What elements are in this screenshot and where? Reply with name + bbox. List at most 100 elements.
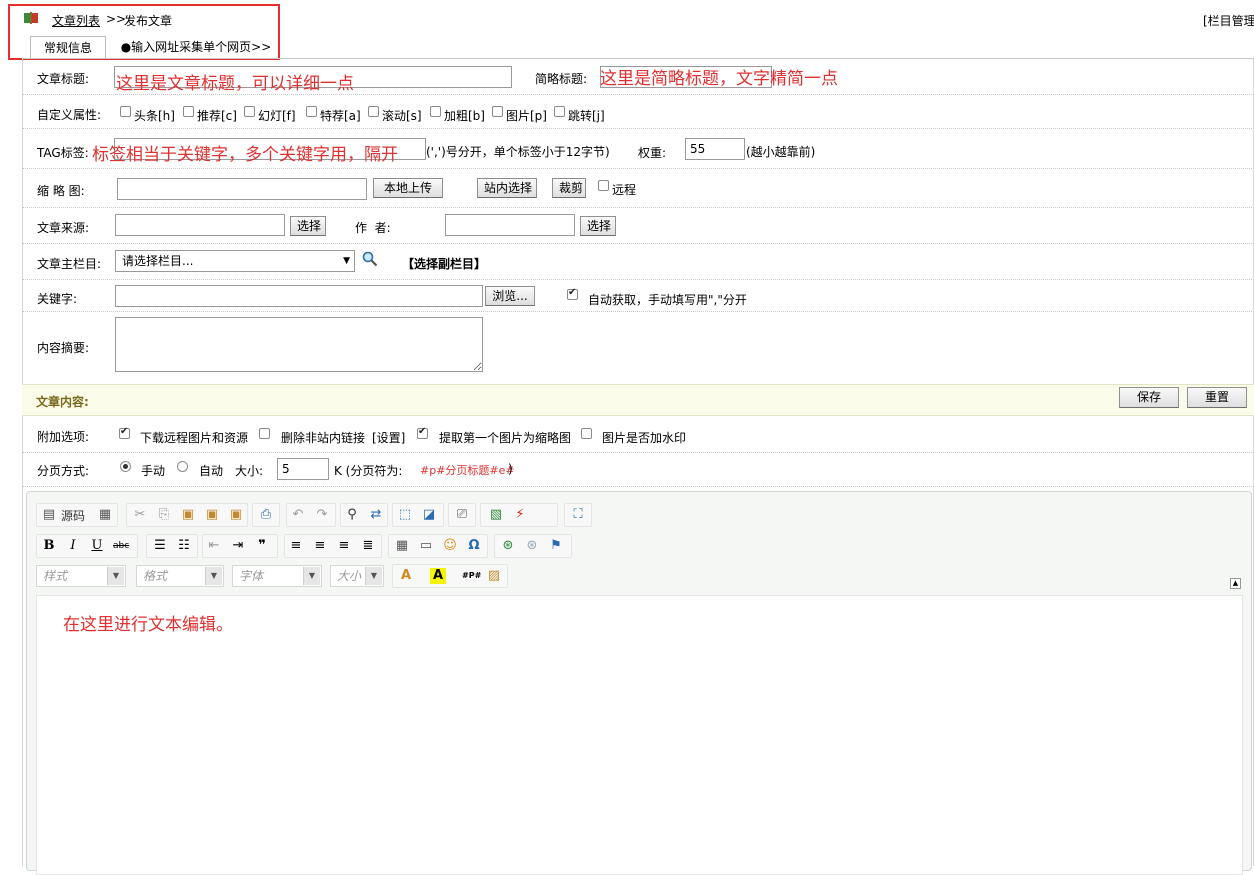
size-input[interactable]: [277, 458, 329, 480]
flash-icon[interactable]: ⚡: [512, 507, 528, 523]
collapse-toolbar-icon[interactable]: ▲: [1230, 578, 1241, 589]
copy-icon[interactable]: ⎘: [156, 507, 172, 523]
attr-image-checkbox[interactable]: [492, 106, 503, 117]
insert-file-icon[interactable]: ▨: [486, 568, 502, 584]
size-combo[interactable]: 大小 ▼: [330, 565, 384, 587]
row-divider: [22, 207, 1254, 208]
remove-format-icon[interactable]: ◪: [421, 507, 437, 523]
thumb-input[interactable]: [117, 178, 367, 200]
remote-checkbox[interactable]: [598, 180, 609, 191]
row-divider: [22, 279, 1254, 280]
short-title-label: 简略标题:: [535, 72, 588, 86]
attr-headline-checkbox[interactable]: [120, 106, 131, 117]
remove-links-settings-link[interactable]: [设置]: [372, 429, 405, 446]
replace-icon[interactable]: ⇄: [368, 507, 384, 523]
text-color-icon[interactable]: A: [398, 568, 414, 584]
horizontal-rule-icon[interactable]: ▭: [418, 538, 434, 554]
row-divider: [22, 94, 1254, 95]
attr-scroll-checkbox[interactable]: [368, 106, 379, 117]
ordered-list-icon[interactable]: ☰: [152, 538, 168, 554]
author-input[interactable]: [445, 214, 575, 236]
search-icon[interactable]: [362, 251, 378, 267]
remove-links-checkbox[interactable]: [259, 428, 270, 439]
outdent-icon[interactable]: ⇤: [206, 538, 222, 554]
blockquote-icon[interactable]: ❞: [254, 538, 270, 554]
column-select[interactable]: 请选择栏目... ▼: [115, 250, 355, 272]
preview-icon[interactable]: ⎚: [454, 507, 470, 523]
attr-bold-checkbox[interactable]: [430, 106, 441, 117]
undo-icon[interactable]: ↶: [290, 507, 306, 523]
paging-manual-label: 手动: [141, 464, 166, 478]
unlink-icon[interactable]: ⊛: [524, 538, 540, 554]
browse-button[interactable]: 浏览...: [485, 286, 535, 306]
align-right-icon[interactable]: ≡: [336, 538, 352, 554]
sub-column-link[interactable]: 【选择副栏目】: [402, 255, 486, 272]
style-combo[interactable]: 样式 ▼: [36, 565, 126, 587]
paste-text-icon[interactable]: ▣: [204, 507, 220, 523]
print-icon[interactable]: ⎙: [258, 507, 274, 523]
font-combo[interactable]: 字体 ▼: [232, 565, 322, 587]
tab-general-info[interactable]: 常规信息: [30, 36, 106, 58]
save-button[interactable]: 保存: [1119, 387, 1179, 408]
source-button-label[interactable]: 源码: [61, 507, 85, 524]
site-select-button[interactable]: 站内选择: [477, 178, 537, 198]
align-center-icon[interactable]: ≡: [312, 538, 328, 554]
find-icon[interactable]: ⚲: [344, 507, 360, 523]
source-input[interactable]: [115, 214, 285, 236]
paging-auto-radio[interactable]: [177, 461, 188, 472]
paste-word-icon[interactable]: ▣: [228, 507, 244, 523]
indent-icon[interactable]: ⇥: [230, 538, 246, 554]
format-combo[interactable]: 格式 ▼: [136, 565, 224, 587]
unordered-list-icon[interactable]: ☷: [176, 538, 192, 554]
attr-recommend-checkbox[interactable]: [183, 106, 194, 117]
download-remote-label: 下载远程图片和资源: [140, 431, 249, 445]
watermark-label: 图片是否加水印: [602, 431, 687, 445]
table-icon[interactable]: ▦: [394, 538, 410, 554]
smiley-icon[interactable]: ☺: [442, 538, 458, 554]
extract-thumb-label: 提取第一个图片为缩略图: [439, 431, 572, 445]
keywords-input[interactable]: [115, 285, 483, 307]
special-char-icon[interactable]: Ω: [466, 538, 482, 554]
watermark-checkbox[interactable]: [581, 428, 592, 439]
paging-manual-radio[interactable]: [120, 461, 131, 472]
author-select-button[interactable]: 选择: [580, 216, 616, 236]
attr-slide-checkbox[interactable]: [244, 106, 255, 117]
bold-icon[interactable]: B: [41, 538, 57, 554]
crop-button[interactable]: 裁剪: [552, 178, 586, 198]
cut-icon[interactable]: ✂: [132, 507, 148, 523]
row-divider: [22, 311, 1254, 312]
breadcrumb-article-list-link[interactable]: 文章列表: [52, 12, 100, 29]
reset-button[interactable]: 重置: [1187, 387, 1247, 408]
strikethrough-icon[interactable]: abc: [113, 538, 129, 554]
underline-icon[interactable]: U: [89, 538, 105, 554]
attr-jump-checkbox[interactable]: [554, 106, 565, 117]
download-remote-checkbox[interactable]: [119, 426, 130, 439]
column-manage-link[interactable]: [栏目管理: [1203, 12, 1254, 29]
extract-thumb-checkbox[interactable]: [417, 426, 428, 439]
align-justify-icon[interactable]: ≣: [360, 538, 376, 554]
pagebreak-icon[interactable]: #P#: [462, 568, 481, 584]
weight-input[interactable]: [685, 138, 745, 160]
source-icon[interactable]: ▤: [41, 507, 57, 523]
anchor-icon[interactable]: ⚑: [548, 538, 564, 554]
font-combo-label: 字体: [239, 569, 264, 583]
auto-get-checkbox[interactable]: [567, 287, 578, 300]
format-combo-label: 格式: [143, 569, 168, 583]
bg-color-icon[interactable]: A: [430, 568, 446, 584]
attr-special-checkbox[interactable]: [306, 106, 317, 117]
upload-button[interactable]: 本地上传: [373, 178, 443, 198]
summary-textarea[interactable]: [115, 317, 483, 372]
maximize-icon[interactable]: ⛶: [570, 507, 586, 523]
align-left-icon[interactable]: ≡: [288, 538, 304, 554]
italic-icon[interactable]: I: [65, 538, 81, 554]
tab-collect-url[interactable]: ●输入网址采集单个网页>>: [118, 36, 274, 58]
template-icon[interactable]: ▦: [97, 507, 113, 523]
paste-icon[interactable]: ▣: [180, 507, 196, 523]
select-all-icon[interactable]: ⬚: [397, 507, 413, 523]
source-select-button[interactable]: 选择: [290, 216, 326, 236]
attr-image-label: 图片[p]: [506, 109, 547, 123]
link-icon[interactable]: ⊛: [500, 538, 516, 554]
redo-icon[interactable]: ↷: [314, 507, 330, 523]
image-icon[interactable]: ▧: [488, 507, 504, 523]
editor-content-area[interactable]: 在这里进行文本编辑。: [36, 595, 1243, 875]
